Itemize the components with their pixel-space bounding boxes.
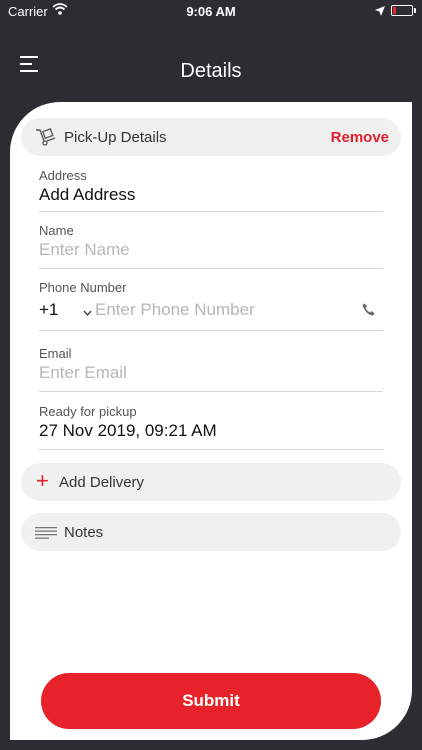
plus-icon: +	[36, 468, 49, 493]
phone-field: +1 Enter Phone Number	[39, 299, 383, 319]
notes-label: Notes	[64, 524, 104, 541]
name-label: Name	[39, 223, 74, 238]
location-arrow-icon	[375, 4, 385, 19]
chevron-down-icon[interactable]	[83, 303, 92, 321]
name-input[interactable]: Enter Name	[39, 240, 383, 260]
country-code-select[interactable]: +1	[39, 300, 58, 320]
phone-input[interactable]: Enter Phone Number	[95, 300, 255, 320]
page-title: Details	[180, 60, 242, 82]
phone-label: Phone Number	[39, 280, 127, 295]
address-label: Address	[39, 168, 87, 183]
phone-label-wrap: Phone Number	[39, 280, 383, 295]
add-delivery-label: Add Delivery	[59, 474, 145, 491]
hand-truck-icon	[35, 128, 57, 151]
address-field[interactable]: Address Add Address	[39, 168, 383, 205]
name-field[interactable]: Name Enter Name	[39, 223, 383, 260]
divider	[39, 391, 383, 392]
divider	[39, 449, 383, 450]
battery-icon	[391, 5, 416, 16]
pickup-details-header: Pick-Up Details Remove	[21, 118, 401, 156]
email-input[interactable]: Enter Email	[39, 363, 383, 383]
divider	[39, 268, 383, 269]
ready-for-pickup-field[interactable]: Ready for pickup 27 Nov 2019, 09:21 AM	[39, 404, 383, 441]
notes-lines-icon	[35, 526, 57, 544]
submit-button[interactable]: Submit	[41, 673, 381, 729]
divider	[39, 330, 383, 331]
ready-datetime[interactable]: 27 Nov 2019, 09:21 AM	[39, 421, 383, 441]
notes-button[interactable]: Notes	[21, 513, 401, 551]
address-value[interactable]: Add Address	[39, 185, 383, 205]
status-bar: Carrier 9:06 AM	[0, 0, 422, 22]
ready-label: Ready for pickup	[39, 404, 137, 419]
remove-button[interactable]: Remove	[331, 129, 389, 146]
phone-icon	[362, 303, 375, 321]
clock-time: 9:06 AM	[186, 4, 236, 19]
add-delivery-button[interactable]: + Add Delivery	[21, 463, 401, 501]
hamburger-icon	[20, 56, 38, 58]
divider	[39, 211, 383, 212]
email-field[interactable]: Email Enter Email	[39, 346, 383, 383]
email-label: Email	[39, 346, 72, 361]
pickup-section-label: Pick-Up Details	[64, 129, 167, 146]
